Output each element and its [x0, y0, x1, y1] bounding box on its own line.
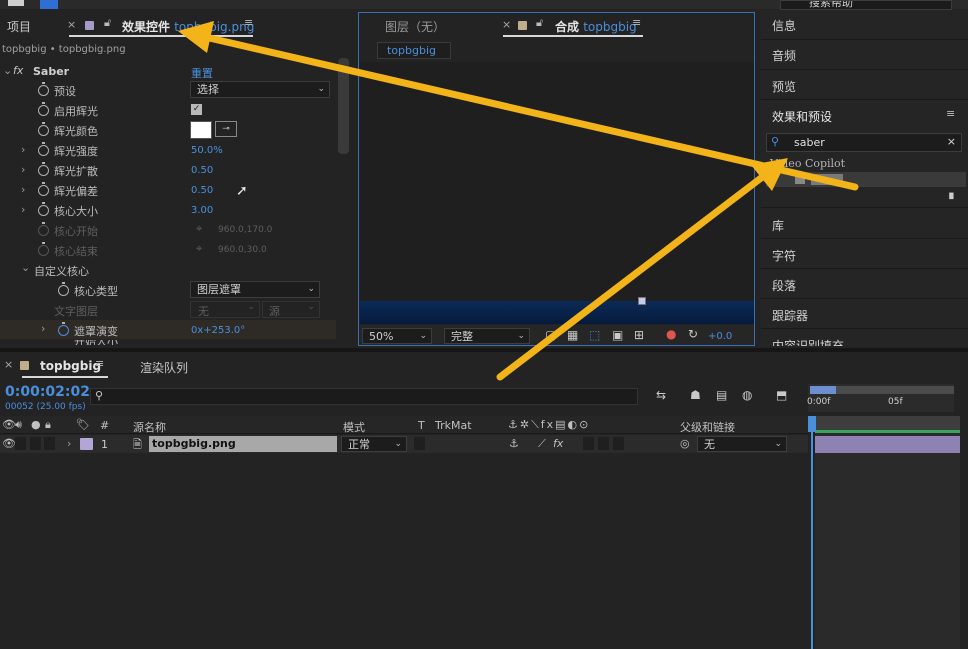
annotation-arrow-shaft [496, 171, 769, 381]
annotation-arrows [178, 21, 859, 381]
annotation-arrowhead [178, 21, 214, 53]
